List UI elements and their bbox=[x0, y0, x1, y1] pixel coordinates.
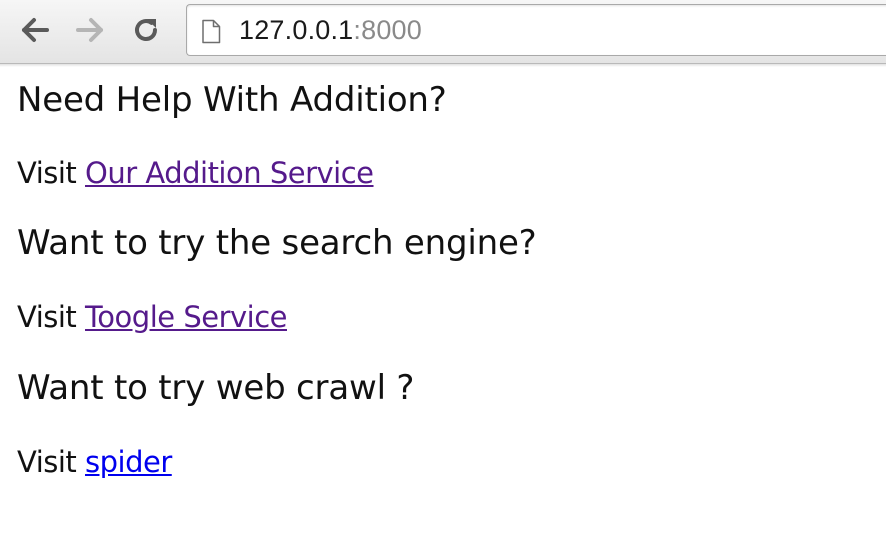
address-bar[interactable]: 127.0.0.1:8000 bbox=[186, 4, 886, 56]
url-host: 127.0.0.1 bbox=[239, 15, 354, 45]
forward-button[interactable] bbox=[72, 12, 108, 48]
spider-link[interactable]: spider bbox=[85, 445, 172, 479]
back-button[interactable] bbox=[17, 12, 53, 48]
heading-addition: Need Help With Addition? bbox=[17, 80, 447, 120]
url-text[interactable]: 127.0.0.1:8000 bbox=[239, 14, 422, 46]
page-icon bbox=[202, 19, 221, 44]
crawl-visit-line: Visit spider bbox=[17, 444, 172, 480]
toogle-service-link[interactable]: Toogle Service bbox=[85, 300, 287, 334]
browser-toolbar: 127.0.0.1:8000 bbox=[0, 0, 886, 67]
arrow-left-icon bbox=[22, 18, 49, 42]
visit-label: Visit bbox=[17, 445, 86, 479]
addition-visit-line: Visit Our Addition Service bbox=[17, 155, 374, 191]
visit-label: Visit bbox=[17, 156, 86, 190]
visit-label: Visit bbox=[17, 300, 86, 334]
search-visit-line: Visit Toogle Service bbox=[17, 299, 287, 335]
reload-button[interactable] bbox=[128, 12, 164, 48]
arrow-right-icon bbox=[76, 18, 103, 42]
heading-web-crawl: Want to try web crawl ? bbox=[17, 368, 415, 408]
reload-icon bbox=[135, 19, 157, 42]
url-port: :8000 bbox=[353, 15, 422, 45]
heading-search-engine: Want to try the search engine? bbox=[17, 223, 537, 263]
addition-service-link[interactable]: Our Addition Service bbox=[85, 156, 374, 190]
